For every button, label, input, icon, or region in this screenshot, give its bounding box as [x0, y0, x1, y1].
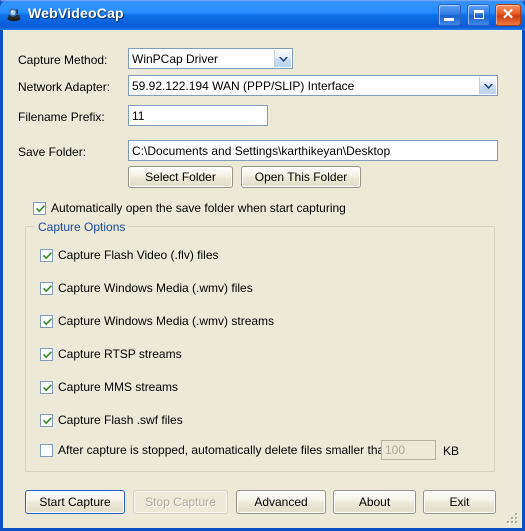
checkbox-capture-flv[interactable]: Capture Flash Video (.flv) files [40, 248, 219, 262]
close-button[interactable]: ✕ [495, 4, 521, 26]
exit-button[interactable]: Exit [423, 490, 496, 514]
delete-threshold-value: 100 [385, 443, 406, 457]
checkbox-capture-rtsp[interactable]: Capture RTSP streams [40, 347, 182, 361]
checkbox-capture-wmv-streams[interactable]: Capture Windows Media (.wmv) streams [40, 314, 274, 328]
delete-threshold-unit: KB [443, 444, 460, 458]
checkbox-capture-swf[interactable]: Capture Flash .swf files [40, 413, 183, 427]
checkbox-label: Capture Flash .swf files [58, 413, 183, 427]
start-capture-button[interactable]: Start Capture [25, 490, 125, 514]
checkbox-unchecked-icon [40, 443, 53, 457]
minimize-button[interactable] [438, 4, 462, 26]
save-folder-value: C:\Documents and Settings\karthikeyan\De… [132, 143, 391, 158]
select-folder-button[interactable]: Select Folder [128, 166, 233, 188]
checkbox-checked-icon [33, 201, 46, 215]
window-controls: ✕ [437, 4, 521, 26]
checkbox-delete-small-files[interactable]: After capture is stopped, automatically … [40, 443, 394, 457]
network-adapter-combobox[interactable]: 59.92.122.194 WAN (PPP/SLIP) Interface [128, 75, 498, 96]
network-adapter-label: Network Adapter: [18, 80, 111, 94]
maximize-icon [473, 10, 484, 19]
checkbox-checked-icon [40, 380, 53, 394]
webvideocap-window: WebVideoCap ✕ Capture Method: WinPCap Dr… [0, 0, 525, 531]
delete-threshold-input[interactable]: 100 [381, 440, 436, 460]
about-button[interactable]: About [333, 490, 416, 514]
client-area: Capture Method: WinPCap Driver Network A… [3, 30, 522, 528]
maximize-button[interactable] [466, 4, 490, 26]
auto-open-folder-checkbox[interactable]: Automatically open the save folder when … [33, 201, 346, 215]
chevron-down-icon[interactable] [274, 50, 291, 67]
advanced-button[interactable]: Advanced [236, 490, 326, 514]
close-icon: ✕ [501, 6, 515, 23]
filename-prefix-input[interactable]: 11 [128, 105, 268, 126]
capture-method-value: WinPCap Driver [132, 51, 219, 66]
checkbox-checked-icon [40, 248, 53, 262]
checkbox-capture-mms[interactable]: Capture MMS streams [40, 380, 178, 394]
capture-method-combobox[interactable]: WinPCap Driver [128, 48, 293, 69]
checkbox-checked-icon [40, 281, 53, 295]
auto-open-folder-label: Automatically open the save folder when … [51, 201, 346, 215]
checkbox-checked-icon [40, 314, 53, 328]
checkbox-capture-wmv-files[interactable]: Capture Windows Media (.wmv) files [40, 281, 253, 295]
save-folder-label: Save Folder: [18, 145, 87, 159]
checkbox-checked-icon [40, 413, 53, 427]
filename-prefix-value: 11 [132, 108, 145, 123]
title-bar[interactable]: WebVideoCap ✕ [0, 0, 525, 30]
checkbox-label: Capture Windows Media (.wmv) streams [58, 314, 275, 328]
delete-small-files-label: After capture is stopped, automatically … [58, 443, 395, 457]
checkbox-label: Capture MMS streams [58, 380, 179, 394]
network-adapter-value: 59.92.122.194 WAN (PPP/SLIP) Interface [132, 78, 355, 93]
stop-capture-button: Stop Capture [133, 490, 228, 514]
resize-grip[interactable] [506, 512, 520, 526]
chevron-down-icon[interactable] [479, 77, 496, 94]
checkbox-checked-icon [40, 347, 53, 361]
save-folder-input[interactable]: C:\Documents and Settings\karthikeyan\De… [128, 140, 498, 161]
checkbox-label: Capture RTSP streams [58, 347, 182, 361]
webcam-icon [6, 6, 23, 23]
minimize-icon [444, 18, 455, 21]
capture-options-title: Capture Options [35, 220, 129, 234]
checkbox-label: Capture Flash Video (.flv) files [58, 248, 219, 262]
checkbox-label: Capture Windows Media (.wmv) files [58, 281, 253, 295]
filename-prefix-label: Filename Prefix: [18, 110, 105, 124]
window-title: WebVideoCap [28, 5, 124, 21]
capture-method-label: Capture Method: [18, 53, 108, 67]
open-this-folder-button[interactable]: Open This Folder [241, 166, 361, 188]
